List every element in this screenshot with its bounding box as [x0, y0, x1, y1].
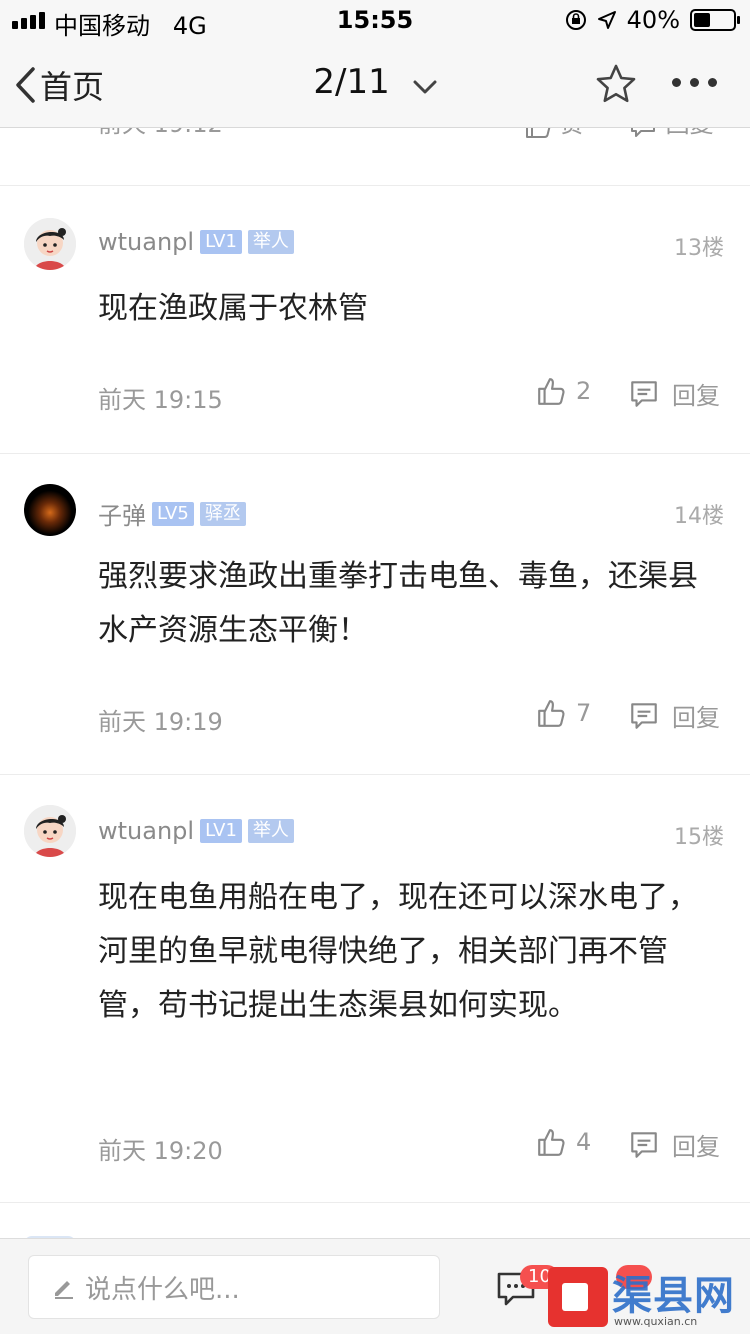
username-row: wtuanpl LV1 举人 — [98, 817, 294, 845]
nav-bar: 首页 2/11 — [0, 40, 750, 128]
divider — [0, 774, 750, 775]
avatar[interactable] — [24, 484, 76, 536]
watermark-url: www.quxian.cn — [614, 1315, 698, 1328]
chevron-down-icon — [413, 64, 437, 104]
favorite-button[interactable] — [594, 62, 638, 110]
avatar[interactable] — [24, 805, 76, 857]
username-row: 子弹 LV5 驿丞 — [98, 496, 246, 531]
like-button[interactable]: 赞 — [524, 128, 584, 139]
reply-button[interactable]: 回复 — [628, 128, 714, 140]
more-button[interactable] — [672, 78, 717, 87]
location-arrow-icon — [597, 11, 616, 29]
floor-number: 15楼 — [674, 825, 724, 850]
previous-post-meta: 前天 19:12 赞 回复 — [0, 128, 750, 144]
avatar[interactable] — [24, 218, 76, 270]
post-text: 现在电鱼用船在电了，现在还可以深水电了，河里的鱼早就电得快绝了，相关部门再不管管… — [98, 880, 698, 1023]
thumbs-up-icon — [526, 128, 551, 138]
comment-placeholder: 说点什么吧... — [85, 1274, 240, 1305]
rank-badge: 举人 — [247, 230, 294, 254]
like-count: 7 — [576, 699, 592, 727]
comment-icon — [631, 128, 655, 137]
divider — [0, 1202, 750, 1203]
post-text: 强烈要求渔政出重拳打击电鱼、毒鱼，还渠县水产资源生态平衡！ — [98, 559, 698, 648]
post-meta: 前天 19:20 4 回复 — [0, 1127, 750, 1167]
post-time: 前天 19:19 — [98, 708, 223, 736]
cartoon-avatar-icon — [24, 218, 76, 270]
thumbs-up-icon — [538, 700, 565, 727]
level-badge: LV1 — [200, 819, 242, 843]
post-list[interactable]: 前天 19:12 赞 回复 wtuanpl LV1 举人 — [0, 128, 750, 1238]
post-meta: 前天 19:19 7 回复 — [0, 698, 750, 738]
floor-number: 13楼 — [674, 236, 724, 261]
bottom-bar: 说点什么吧... 10 渠县网 www.quxian.cn — [0, 1238, 750, 1334]
like-button[interactable]: 7 — [536, 698, 591, 728]
post-meta: 前天 19:15 2 回复 — [0, 376, 750, 416]
floor-number: 14楼 — [674, 504, 724, 529]
status-right: 40% — [565, 6, 740, 34]
like-button[interactable]: 2 — [536, 376, 591, 406]
rotation-lock-icon — [565, 10, 586, 30]
more-dot-icon — [690, 78, 699, 87]
reply-label: 回复 — [672, 704, 720, 732]
rank-badge: 举人 — [247, 819, 294, 843]
comment-icon — [631, 380, 657, 407]
post-text: 现在渔政属于农林管 — [98, 291, 368, 326]
post-time: 前天 19:20 — [98, 1137, 223, 1165]
battery-percent: 40% — [626, 6, 680, 34]
comment-input[interactable]: 说点什么吧... — [28, 1255, 440, 1319]
divider — [0, 453, 750, 454]
post-time: 前天 19:15 — [98, 386, 223, 414]
comment-icon — [631, 1131, 657, 1158]
like-button[interactable]: 4 — [536, 1127, 591, 1157]
comment-icon — [631, 702, 657, 729]
more-dot-icon — [672, 78, 681, 87]
battery-icon — [690, 9, 740, 31]
level-badge: LV1 — [200, 230, 242, 254]
page-indicator: 2/11 — [313, 62, 390, 102]
level-badge: LV5 — [152, 501, 194, 526]
username-row: wtuanpl LV1 举人 — [98, 228, 294, 256]
reply-button[interactable]: 回复 — [628, 698, 720, 733]
username[interactable]: 子弹 — [98, 496, 146, 531]
reply-label: 回复 — [672, 1133, 720, 1161]
like-count: 2 — [576, 377, 592, 405]
thumbs-up-icon — [538, 1129, 565, 1156]
like-count: 4 — [576, 1128, 592, 1156]
cartoon-avatar-icon — [24, 805, 76, 857]
watermark-text: 渠县网 — [612, 1273, 735, 1319]
post-time: 前天 19:12 — [98, 128, 223, 139]
pencil-icon — [55, 1281, 73, 1299]
status-bar: 中国移动 4G 15:55 40% — [0, 0, 750, 40]
more-dot-icon — [708, 78, 717, 87]
reply-button[interactable]: 回复 — [628, 376, 720, 411]
thumbs-up-icon — [538, 378, 565, 405]
reply-button[interactable]: 回复 — [628, 1127, 720, 1162]
divider — [0, 185, 750, 186]
rank-badge: 驿丞 — [199, 501, 246, 526]
reply-label: 回复 — [672, 382, 720, 410]
star-icon — [596, 64, 636, 103]
watermark-logo-icon — [548, 1267, 608, 1327]
username[interactable]: wtuanpl — [98, 817, 194, 845]
username[interactable]: wtuanpl — [98, 228, 194, 256]
